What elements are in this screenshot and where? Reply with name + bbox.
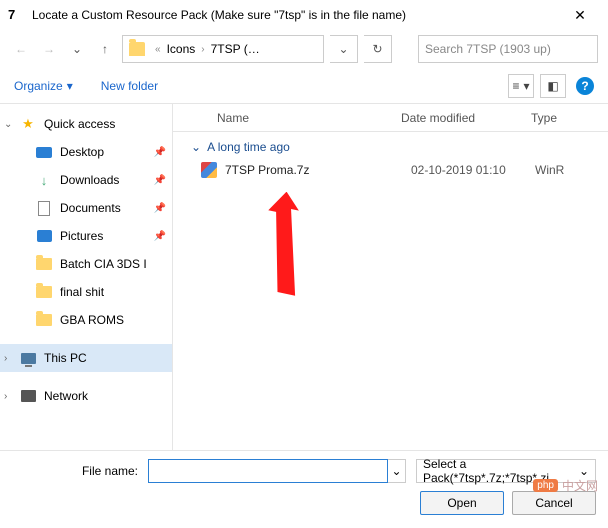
chevron-down-icon[interactable]: ⌄ (4, 119, 12, 130)
sidebar-item-label: Batch CIA 3DS I (60, 257, 147, 271)
app-icon: 7 (8, 7, 24, 23)
sidebar-item-label: This PC (44, 351, 87, 365)
file-group-header[interactable]: ⌄ A long time ago (173, 132, 608, 158)
sidebar-item-final[interactable]: final shit (0, 278, 172, 306)
filename-input[interactable] (148, 459, 388, 483)
sidebar: ⌄ ★ Quick access Desktop 📌 ↓ Downloads 📌… (0, 104, 172, 450)
preview-icon: ◧ (547, 79, 558, 93)
pin-icon: 📌 (154, 147, 166, 158)
column-type[interactable]: Type (523, 111, 608, 125)
refresh-button[interactable]: ↻ (364, 35, 392, 63)
sidebar-quick-access[interactable]: ⌄ ★ Quick access (0, 110, 172, 138)
sidebar-item-label: Pictures (60, 229, 103, 243)
chevron-right-icon[interactable]: › (4, 391, 7, 402)
pin-icon: 📌 (154, 203, 166, 214)
breadcrumb-crumb-icons[interactable]: Icons (165, 42, 198, 56)
file-name: 7TSP Proma.7z (225, 163, 405, 177)
file-row[interactable]: 7TSP Proma.7z 02-10-2019 01:10 WinR (173, 158, 608, 182)
column-date[interactable]: Date modified (393, 111, 523, 125)
pictures-icon (37, 230, 52, 242)
up-button[interactable]: ↑ (94, 38, 116, 60)
back-button[interactable]: ← (10, 38, 32, 60)
sidebar-this-pc[interactable]: › This PC (0, 344, 172, 372)
folder-icon (36, 314, 52, 326)
organize-menu[interactable]: Organize ▾ (14, 79, 73, 93)
chevron-down-icon: ⌄ (191, 140, 201, 154)
open-button[interactable]: Open (420, 491, 504, 515)
list-icon: ≡ (512, 79, 519, 93)
sidebar-item-pictures[interactable]: Pictures 📌 (0, 222, 172, 250)
view-options-button[interactable]: ≡ ▾ (508, 74, 534, 98)
filename-label: File name: (82, 464, 138, 478)
sidebar-item-label: GBA ROMS (60, 313, 124, 327)
file-date: 02-10-2019 01:10 (405, 163, 535, 177)
filter-label: Select a Pack(*7tsp*.7z;*7tsp*.zi (423, 457, 579, 485)
sidebar-item-label: Documents (60, 201, 121, 215)
sidebar-item-label: Quick access (44, 117, 115, 131)
downloads-icon: ↓ (36, 172, 52, 188)
pc-icon (21, 353, 36, 364)
organize-label: Organize (14, 79, 63, 93)
column-headers: Name Date modified Type (173, 104, 608, 132)
sidebar-item-documents[interactable]: Documents 📌 (0, 194, 172, 222)
breadcrumb[interactable]: « Icons › 7TSP (… (122, 35, 324, 63)
column-name[interactable]: Name (173, 111, 393, 125)
sidebar-item-label: Network (44, 389, 88, 403)
breadcrumb-overflow: « (151, 44, 165, 55)
group-label: A long time ago (207, 140, 290, 154)
preview-pane-button[interactable]: ◧ (540, 74, 566, 98)
filename-dropdown[interactable]: ⌄ (388, 459, 406, 483)
breadcrumb-crumb-7tsp[interactable]: 7TSP (… (209, 42, 262, 56)
chevron-down-icon: ▾ (523, 79, 529, 93)
forward-button[interactable]: → (38, 38, 60, 60)
sidebar-item-label: Downloads (60, 173, 119, 187)
close-button[interactable]: ✕ (560, 7, 600, 24)
star-icon: ★ (20, 116, 36, 132)
chevron-right-icon[interactable]: › (4, 353, 7, 364)
history-dropdown[interactable]: ⌄ (66, 38, 88, 60)
sidebar-item-batch[interactable]: Batch CIA 3DS I (0, 250, 172, 278)
pin-icon: 📌 (154, 231, 166, 242)
desktop-icon (36, 147, 52, 158)
network-icon (21, 390, 36, 402)
file-type: WinR (535, 163, 564, 177)
new-folder-button[interactable]: New folder (101, 79, 158, 93)
documents-icon (38, 201, 50, 216)
sidebar-network[interactable]: › Network (0, 382, 172, 410)
chevron-down-icon: ▾ (67, 79, 73, 93)
sidebar-item-label: final shit (60, 285, 104, 299)
archive-icon (201, 162, 217, 178)
folder-icon (36, 258, 52, 270)
sidebar-item-gba[interactable]: GBA ROMS (0, 306, 172, 334)
search-input[interactable]: Search 7TSP (1903 up) (418, 35, 598, 63)
sidebar-item-downloads[interactable]: ↓ Downloads 📌 (0, 166, 172, 194)
window-title: Locate a Custom Resource Pack (Make sure… (32, 8, 560, 22)
file-list[interactable]: Name Date modified Type ⌄ A long time ag… (172, 104, 608, 450)
sidebar-item-desktop[interactable]: Desktop 📌 (0, 138, 172, 166)
cancel-button[interactable]: Cancel (512, 491, 596, 515)
help-button[interactable]: ? (576, 77, 594, 95)
chevron-down-icon: ⌄ (579, 464, 589, 478)
sidebar-item-label: Desktop (60, 145, 104, 159)
breadcrumb-separator: › (197, 44, 208, 55)
pin-icon: 📌 (154, 175, 166, 186)
folder-icon (129, 42, 145, 56)
folder-icon (36, 286, 52, 298)
breadcrumb-dropdown[interactable]: ⌄ (330, 35, 358, 63)
file-type-filter[interactable]: Select a Pack(*7tsp*.7z;*7tsp*.zi ⌄ (416, 459, 596, 483)
